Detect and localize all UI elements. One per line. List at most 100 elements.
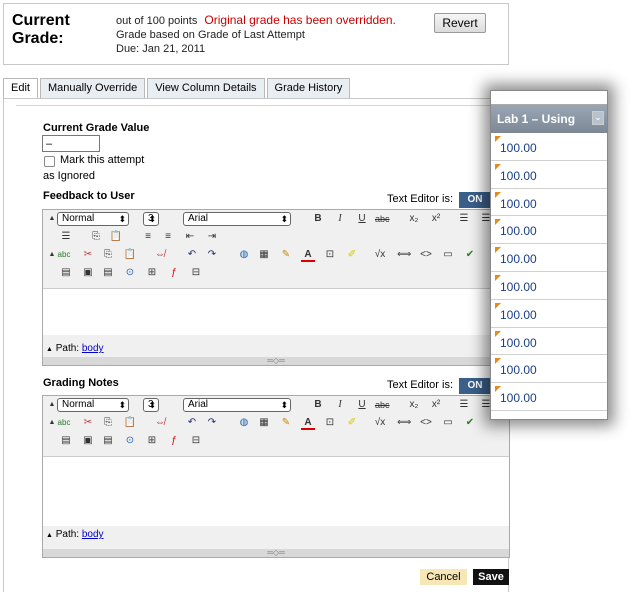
subscript-icon[interactable]: x₂ — [407, 212, 421, 226]
template-icon[interactable]: ⊟ — [189, 434, 203, 448]
flash-icon[interactable]: ƒ — [167, 434, 181, 448]
feedback-format-select[interactable]: Normal — [57, 212, 129, 226]
image-icon[interactable]: ▣ — [81, 266, 95, 280]
save-button[interactable]: Save — [473, 569, 509, 585]
grade-cell[interactable]: 100.00 — [491, 383, 607, 411]
feedback-text-area[interactable] — [43, 288, 509, 335]
check-icon[interactable]: ✔ — [463, 416, 477, 430]
flash-icon[interactable]: ƒ — [167, 266, 181, 280]
image-insert-icon[interactable]: ⊡ — [323, 416, 337, 430]
revert-button[interactable]: Revert — [434, 13, 486, 33]
redo-icon[interactable]: ↷ — [205, 248, 219, 262]
italic-icon[interactable]: I — [333, 212, 347, 226]
path-link-body[interactable]: body — [82, 343, 104, 354]
bold-icon[interactable]: B — [311, 398, 325, 412]
notes-editor-toggle[interactable]: ON — [459, 378, 491, 394]
image-icon[interactable]: ▣ — [81, 434, 95, 448]
unlink-icon[interactable]: ⇎ — [153, 416, 167, 430]
subscript-icon[interactable]: x₂ — [407, 398, 421, 412]
tab-view-column-details[interactable]: View Column Details — [147, 78, 265, 98]
notes-size-select[interactable]: 3 — [143, 398, 159, 412]
ignore-attempt-checkbox[interactable] — [44, 156, 55, 167]
paste-text-icon[interactable]: 📋 — [123, 416, 137, 430]
spellcheck-icon[interactable]: abc — [57, 248, 71, 262]
paste-text-icon[interactable]: 📋 — [123, 248, 137, 262]
link-icon[interactable]: ⊙ — [123, 266, 137, 280]
link-icon[interactable]: ⊙ — [123, 434, 137, 448]
path-link-body[interactable]: body — [82, 529, 104, 540]
grade-value-input[interactable] — [42, 135, 100, 152]
grade-cell[interactable]: 100.00 — [491, 161, 607, 189]
align-left-icon[interactable]: ☰ — [457, 398, 471, 412]
media-icon[interactable]: ▤ — [101, 266, 115, 280]
underline-icon[interactable]: U — [355, 212, 369, 226]
unordered-list-icon[interactable]: ≡ — [161, 230, 175, 244]
font-color-icon[interactable]: A — [301, 416, 315, 430]
font-color-icon[interactable]: A — [301, 248, 315, 262]
check-icon[interactable]: ✔ — [463, 248, 477, 262]
notes-format-select[interactable]: Normal — [57, 398, 129, 412]
highlight-icon[interactable]: ✐ — [345, 416, 359, 430]
table-icon[interactable]: ▦ — [257, 416, 271, 430]
equation-icon[interactable]: √x — [373, 248, 387, 262]
paste-icon[interactable]: 📋 — [109, 230, 123, 244]
cut-icon[interactable]: ✂ — [81, 416, 95, 430]
align-right-icon[interactable]: ☰ — [59, 230, 73, 244]
image-insert-icon[interactable]: ⊡ — [323, 248, 337, 262]
unlink-icon[interactable]: ⇎ — [153, 248, 167, 262]
grade-cell[interactable]: 100.00 — [491, 216, 607, 245]
preview-icon[interactable]: ▭ — [441, 416, 455, 430]
cut-icon[interactable]: ✂ — [81, 248, 95, 262]
grade-cell[interactable]: 100.00 — [491, 244, 607, 272]
globe-icon[interactable]: ◍ — [237, 416, 251, 430]
tab-edit[interactable]: Edit — [3, 78, 38, 99]
file-icon[interactable]: ▤ — [59, 266, 73, 280]
table-icon[interactable]: ▦ — [257, 248, 271, 262]
undo-icon[interactable]: ↶ — [185, 248, 199, 262]
underline-icon[interactable]: U — [355, 398, 369, 412]
superscript-icon[interactable]: x² — [429, 398, 443, 412]
attachment-icon[interactable]: ⊞ — [145, 266, 159, 280]
grade-cell[interactable]: 100.00 — [491, 300, 607, 328]
preview-icon[interactable]: ▭ — [441, 248, 455, 262]
align-left-icon[interactable]: ☰ — [457, 212, 471, 226]
notes-resize-handle[interactable]: ═◇═ — [43, 549, 509, 557]
feedback-resize-handle[interactable]: ═◇═ — [43, 357, 509, 365]
highlight-icon[interactable]: ✐ — [345, 248, 359, 262]
html-tag-icon[interactable]: ⟺ — [397, 248, 411, 262]
undo-icon[interactable]: ↶ — [185, 416, 199, 430]
cut-copy-icon[interactable]: ⎘ — [89, 230, 103, 244]
chevron-down-icon[interactable]: ⌄ — [592, 111, 604, 125]
tab-grade-history[interactable]: Grade History — [266, 78, 351, 98]
html-tag-icon[interactable]: ⟺ — [397, 416, 411, 430]
source-code-icon[interactable]: <> — [419, 416, 433, 430]
cancel-button[interactable]: Cancel — [420, 569, 467, 585]
spellcheck-icon[interactable]: abc — [57, 416, 71, 430]
superscript-icon[interactable]: x² — [429, 212, 443, 226]
media-icon[interactable]: ▤ — [101, 434, 115, 448]
file-icon[interactable]: ▤ — [59, 434, 73, 448]
tab-manually-override[interactable]: Manually Override — [39, 78, 146, 98]
copy-icon[interactable]: ⎘ — [101, 248, 115, 262]
grade-cell[interactable]: 100.00 — [491, 328, 607, 356]
grade-cell[interactable]: 100.00 — [491, 355, 607, 384]
pencil-icon[interactable]: ✎ — [279, 248, 293, 262]
notes-font-select[interactable]: Arial — [183, 398, 291, 412]
feedback-font-select[interactable]: Arial — [183, 212, 291, 226]
attachment-icon[interactable]: ⊞ — [145, 434, 159, 448]
italic-icon[interactable]: I — [333, 398, 347, 412]
grade-cell[interactable]: 100.00 — [491, 189, 607, 217]
source-code-icon[interactable]: <> — [419, 248, 433, 262]
notes-text-area[interactable] — [43, 456, 509, 526]
globe-icon[interactable]: ◍ — [237, 248, 251, 262]
feedback-editor-toggle[interactable]: ON — [459, 192, 491, 208]
ordered-list-icon[interactable]: ≡ — [141, 230, 155, 244]
grade-cell[interactable]: 100.00 — [491, 133, 607, 161]
strikethrough-icon[interactable]: abc — [375, 398, 390, 412]
feedback-size-select[interactable]: 3 — [143, 212, 159, 226]
bold-icon[interactable]: B — [311, 212, 325, 226]
template-icon[interactable]: ⊟ — [189, 266, 203, 280]
strikethrough-icon[interactable]: abc — [375, 212, 390, 226]
indent-icon[interactable]: ⇥ — [205, 230, 219, 244]
grade-cell[interactable]: 100.00 — [491, 272, 607, 300]
